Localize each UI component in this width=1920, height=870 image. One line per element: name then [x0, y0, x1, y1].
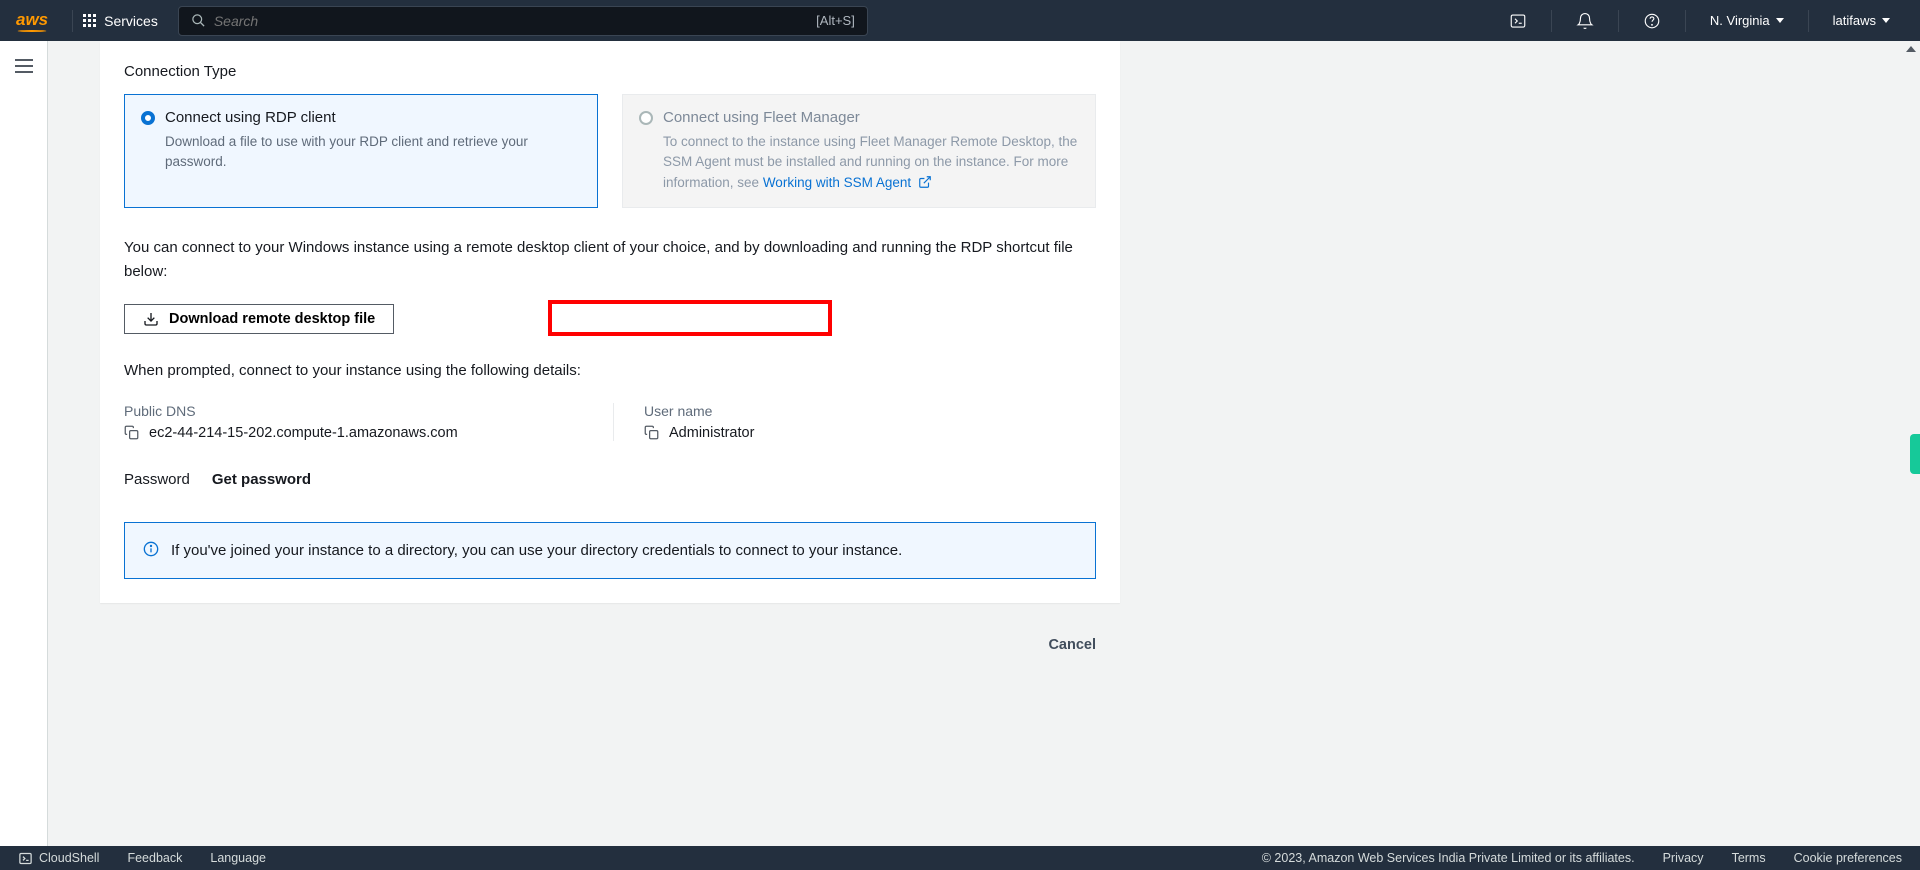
public-dns-value: ec2-44-214-15-202.compute-1.amazonaws.co…	[149, 425, 458, 441]
rdp-instructions: You can connect to your Windows instance…	[124, 236, 1096, 284]
info-text: If you've joined your instance to a dire…	[171, 539, 902, 562]
conn-fleet-desc: To connect to the instance using Fleet M…	[663, 132, 1079, 193]
conn-rdp-desc: Download a file to use with your RDP cli…	[165, 132, 581, 173]
top-nav: aws Services [Alt+S] N. Virginia latifaw…	[0, 0, 1920, 41]
divider	[1618, 10, 1619, 32]
search-shortcut: [Alt+S]	[816, 13, 855, 28]
services-button[interactable]: Services	[83, 13, 158, 29]
chevron-down-icon	[1776, 18, 1784, 23]
radio-unselected-icon	[639, 111, 653, 125]
footer-cloudshell-button[interactable]: CloudShell	[18, 851, 99, 866]
divider	[72, 10, 73, 32]
divider	[1551, 10, 1552, 32]
footer-cookies-link[interactable]: Cookie preferences	[1794, 851, 1902, 865]
connection-option-rdp[interactable]: Connect using RDP client Download a file…	[124, 94, 598, 208]
notifications-icon-button[interactable]	[1562, 0, 1608, 41]
details-intro: When prompted, connect to your instance …	[124, 362, 1096, 379]
conn-fleet-title: Connect using Fleet Manager	[663, 109, 860, 126]
download-icon	[143, 311, 159, 327]
external-link-icon	[918, 175, 932, 189]
copy-icon[interactable]	[644, 425, 659, 440]
cancel-button[interactable]: Cancel	[1048, 637, 1096, 653]
footer-privacy-link[interactable]: Privacy	[1663, 851, 1704, 865]
divider	[1808, 10, 1809, 32]
footer-language-link[interactable]: Language	[210, 851, 266, 865]
radio-selected-icon	[141, 111, 155, 125]
search-icon	[191, 13, 206, 28]
copy-icon[interactable]	[124, 425, 139, 440]
conn-rdp-title: Connect using RDP client	[165, 109, 336, 126]
password-row: Password Get password	[124, 471, 1096, 488]
connection-type-group: Connect using RDP client Download a file…	[124, 94, 1096, 208]
account-selector[interactable]: latifaws	[1819, 0, 1904, 41]
cloudshell-icon-button[interactable]	[1495, 0, 1541, 41]
services-label: Services	[104, 13, 158, 29]
ssm-agent-link[interactable]: Working with SSM Agent	[763, 175, 932, 190]
info-alert: If you've joined your instance to a dire…	[124, 522, 1096, 579]
hamburger-icon[interactable]	[15, 59, 33, 73]
username-label: User name	[644, 403, 1104, 419]
connection-details: Public DNS ec2-44-214-15-202.compute-1.a…	[124, 403, 1096, 441]
actions-row: Cancel	[100, 603, 1120, 673]
info-icon	[143, 541, 159, 557]
cloudshell-icon	[18, 851, 33, 866]
connect-card: Connection Type Connect using RDP client…	[100, 41, 1120, 603]
region-selector[interactable]: N. Virginia	[1696, 0, 1798, 41]
aws-logo[interactable]: aws	[16, 10, 48, 32]
footer-copyright: © 2023, Amazon Web Services India Privat…	[1262, 851, 1635, 865]
left-rail	[0, 41, 48, 846]
footer-terms-link[interactable]: Terms	[1732, 851, 1766, 865]
section-title: Connection Type	[124, 41, 1096, 94]
footer-feedback-link[interactable]: Feedback	[127, 851, 182, 865]
get-password-button[interactable]: Get password	[212, 471, 311, 488]
highlight-box	[548, 300, 832, 336]
chevron-down-icon	[1882, 18, 1890, 23]
help-icon-button[interactable]	[1629, 0, 1675, 41]
search-input[interactable]	[214, 13, 816, 29]
main-content: Connection Type Connect using RDP client…	[48, 41, 1920, 846]
download-rdp-button[interactable]: Download remote desktop file	[124, 304, 394, 334]
search-box[interactable]: [Alt+S]	[178, 6, 868, 36]
footer: CloudShell Feedback Language © 2023, Ama…	[0, 846, 1920, 870]
username-value: Administrator	[669, 425, 754, 441]
grid-icon	[83, 14, 96, 27]
public-dns-label: Public DNS	[124, 403, 593, 419]
divider	[1685, 10, 1686, 32]
connection-option-fleet: Connect using Fleet Manager To connect t…	[622, 94, 1096, 208]
password-label: Password	[124, 471, 190, 488]
